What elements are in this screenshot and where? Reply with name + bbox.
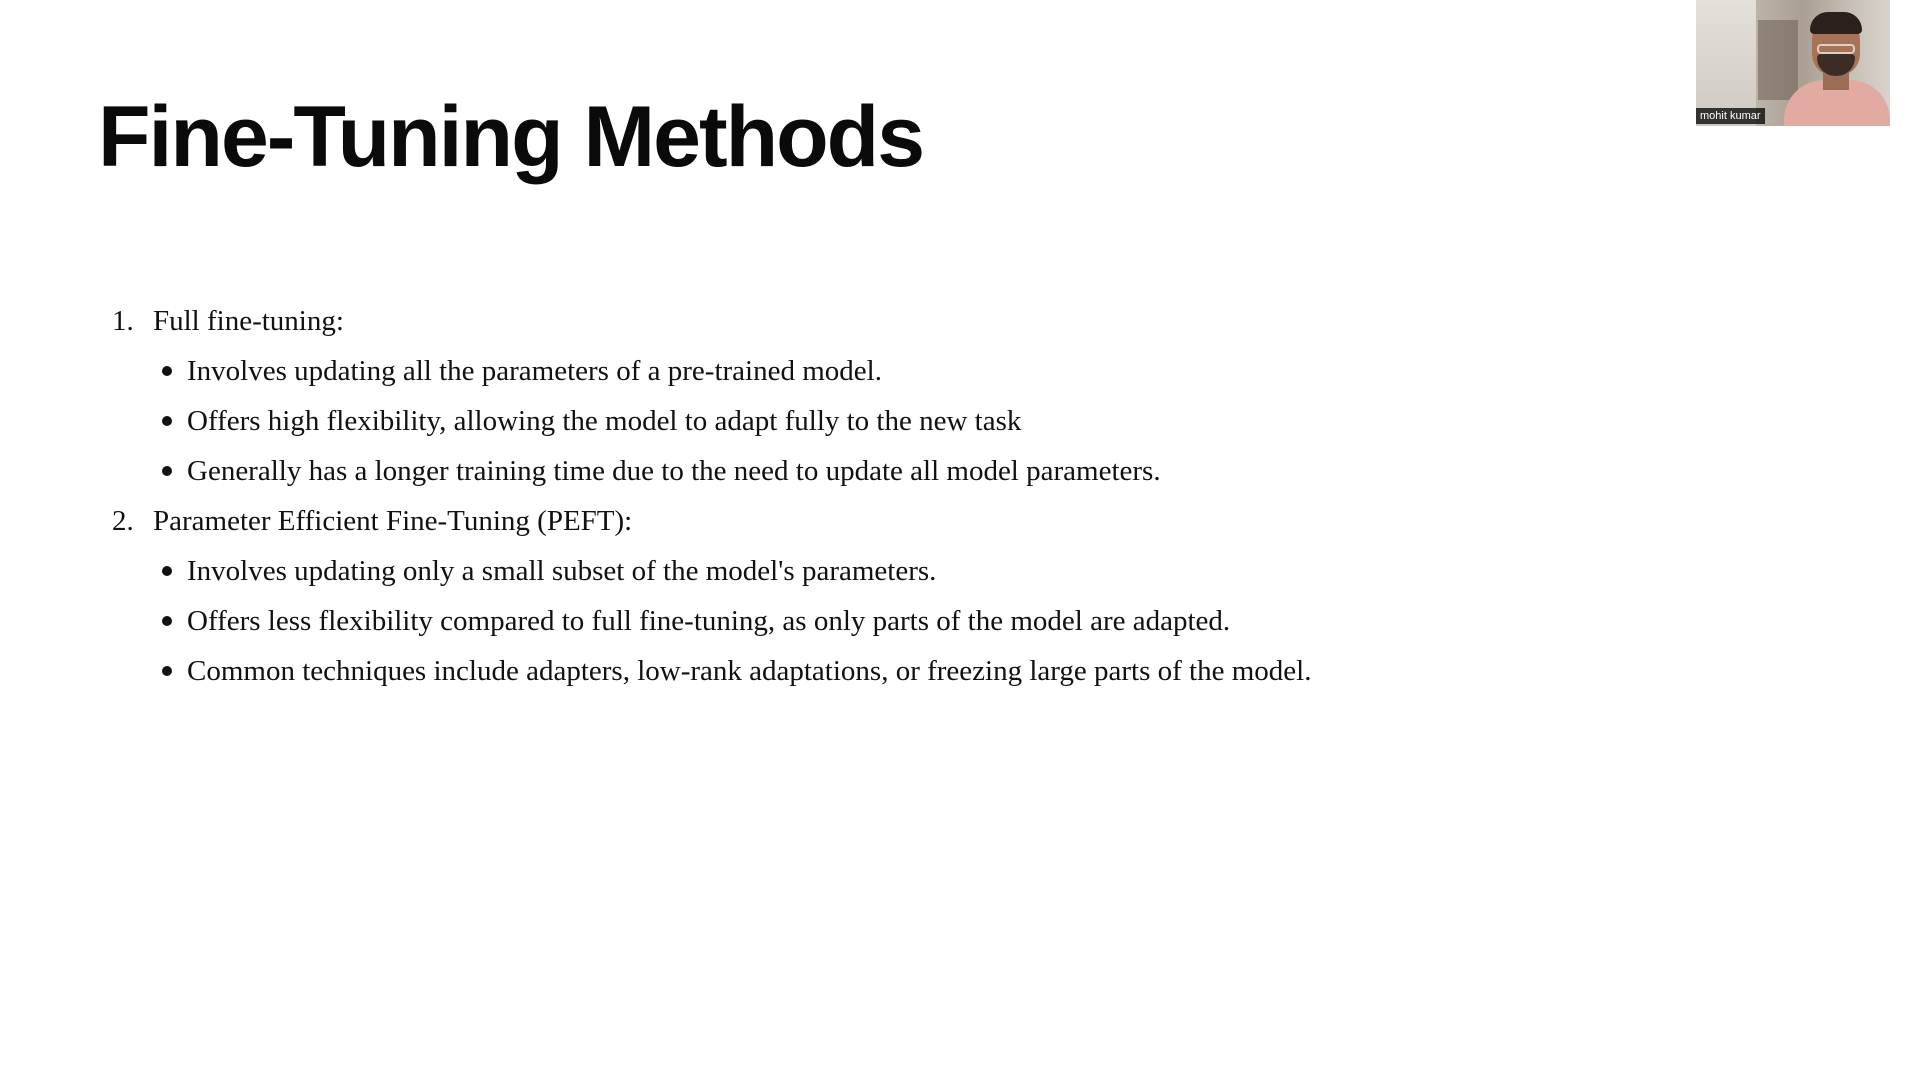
- bullet-icon: [162, 466, 172, 476]
- list-item: Involves updating all the parameters of …: [162, 346, 1311, 396]
- bullet-icon: [162, 366, 172, 376]
- bullet-icon: [162, 416, 172, 426]
- section-full-fine-tuning: 1. Full fine-tuning: Involves updating a…: [112, 296, 1311, 496]
- bullet-text: Offers less flexibility compared to full…: [187, 605, 1231, 637]
- slide-content: 1. Full fine-tuning: Involves updating a…: [112, 296, 1311, 696]
- section-heading-line: 1. Full fine-tuning:: [112, 296, 1311, 346]
- bullet-icon: [162, 566, 172, 576]
- list-item: Generally has a longer training time due…: [162, 446, 1311, 496]
- participant-hair: [1810, 12, 1862, 34]
- webcam-thumbnail[interactable]: mohit kumar: [1696, 0, 1890, 126]
- section-heading: Parameter Efficient Fine-Tuning (PEFT):: [153, 505, 633, 537]
- section-number: 2.: [112, 505, 134, 537]
- list-item: Involves updating only a small subset of…: [162, 546, 1311, 596]
- section-heading: Full fine-tuning:: [153, 305, 344, 337]
- section-peft: 2. Parameter Efficient Fine-Tuning (PEFT…: [112, 496, 1311, 696]
- bullet-icon: [162, 616, 172, 626]
- bullet-list: Involves updating all the parameters of …: [112, 346, 1311, 496]
- list-item: Offers high flexibility, allowing the mo…: [162, 396, 1311, 446]
- participant-glasses: [1817, 44, 1855, 54]
- bullet-text: Offers high flexibility, allowing the mo…: [187, 405, 1022, 437]
- bullet-icon: [162, 666, 172, 676]
- slide-title: Fine-Tuning Methods: [98, 89, 925, 185]
- list-item: Offers less flexibility compared to full…: [162, 596, 1311, 646]
- list-item: Common techniques include adapters, low-…: [162, 646, 1311, 696]
- participant-name-label: mohit kumar: [1696, 108, 1765, 124]
- webcam-background-shelf: [1758, 20, 1798, 100]
- bullet-text: Common techniques include adapters, low-…: [187, 655, 1312, 687]
- bullet-text: Involves updating only a small subset of…: [187, 555, 937, 587]
- section-number: 1.: [112, 305, 134, 337]
- bullet-text: Generally has a longer training time due…: [187, 455, 1161, 487]
- bullet-list: Involves updating only a small subset of…: [112, 546, 1311, 696]
- section-heading-line: 2. Parameter Efficient Fine-Tuning (PEFT…: [112, 496, 1311, 546]
- bullet-text: Involves updating all the parameters of …: [187, 355, 882, 387]
- presentation-slide: Fine-Tuning Methods 1. Full fine-tuning:…: [0, 0, 1920, 1080]
